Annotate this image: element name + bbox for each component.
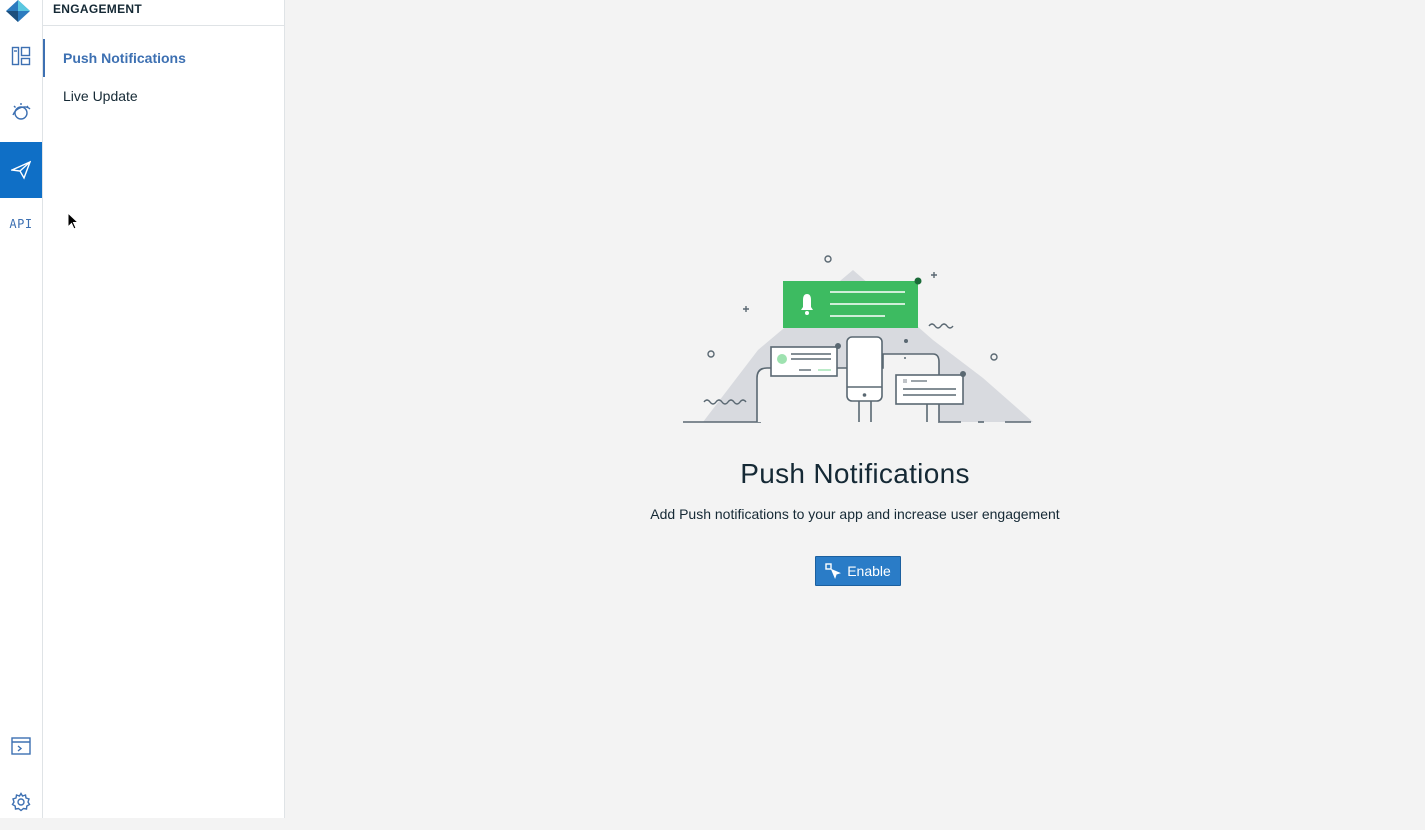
sub-navigation: ENGAGEMENT Push Notifications Live Updat… (43, 0, 285, 818)
sidebar-item-label: Push Notifications (63, 50, 186, 66)
main-content: Push Notifications Add Push notification… (285, 0, 1425, 818)
mouse-pointer-icon (67, 212, 79, 230)
enable-button[interactable]: Enable (815, 556, 901, 586)
logo-icon[interactable] (6, 0, 30, 22)
analytics-icon[interactable] (0, 84, 42, 140)
push-notification-illustration (683, 255, 1033, 423)
section-title: ENGAGEMENT (43, 0, 284, 26)
sidebar-item-live-update[interactable]: Live Update (43, 77, 284, 115)
console-icon[interactable] (0, 718, 42, 774)
enable-button-label: Enable (847, 563, 891, 579)
page-subtitle: Add Push notifications to your app and i… (650, 506, 1060, 522)
engagement-icon[interactable] (0, 142, 42, 198)
icon-rail: API (0, 0, 43, 818)
page-title: Push Notifications (740, 458, 970, 489)
sidebar-item-label: Live Update (63, 88, 138, 104)
settings-icon[interactable] (0, 774, 42, 830)
api-icon[interactable]: API (0, 196, 42, 252)
sidebar-item-push-notifications[interactable]: Push Notifications (43, 39, 284, 77)
dashboard-icon[interactable] (0, 28, 42, 84)
enable-cursor-icon (825, 563, 842, 579)
